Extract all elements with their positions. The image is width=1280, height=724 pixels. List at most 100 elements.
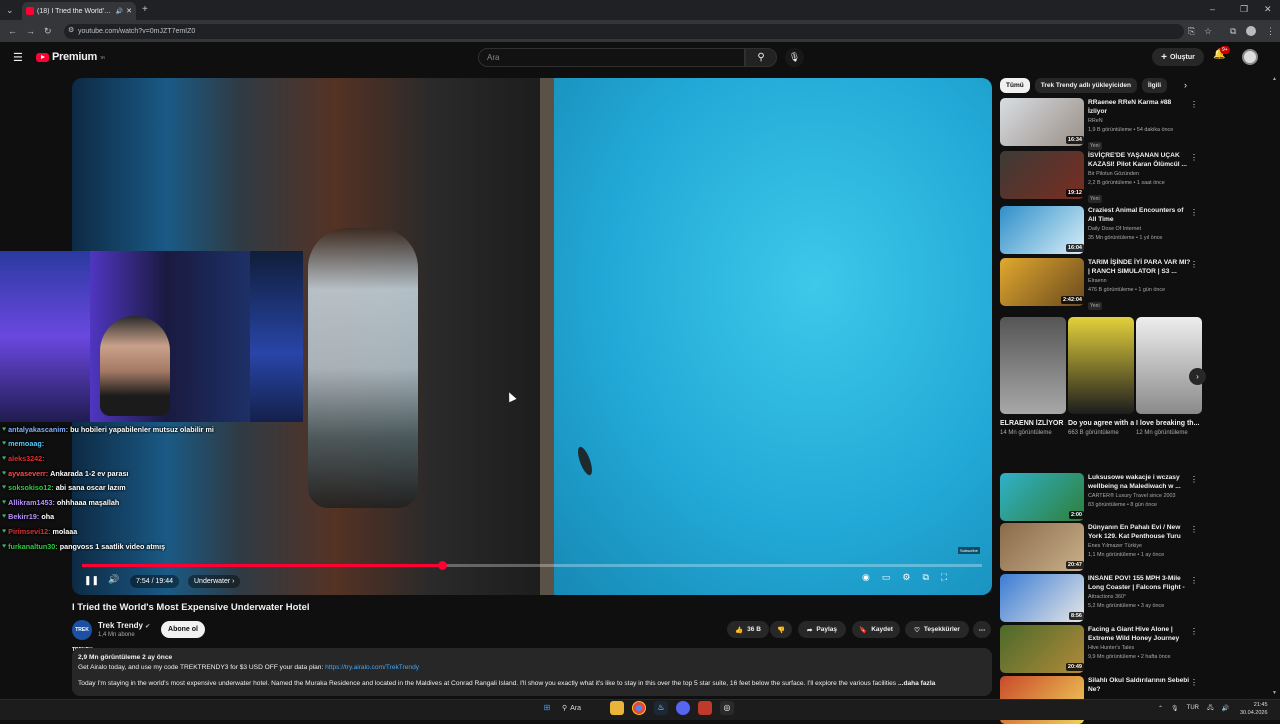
site-info-icon[interactable]: ⚙: [68, 26, 74, 34]
more-vertical-icon[interactable]: ⋮: [1190, 678, 1198, 687]
voice-search-button[interactable]: 🎙: [785, 48, 804, 67]
tray-mic-icon[interactable]: 🎙: [1171, 705, 1179, 712]
related-video-card[interactable]: 19:12 İSVİÇRE'DE YAŞANAN UÇAK KAZASI! Pil…: [1000, 151, 1204, 203]
video-title[interactable]: TARIM İŞİNDE İYİ PARA VAR MI? | RANCH SI…: [1088, 258, 1192, 276]
save-button[interactable]: 🔖 Kaydet: [852, 621, 900, 638]
forward-icon[interactable]: →: [26, 26, 35, 36]
browser-tab[interactable]: (18) I Tried the World's Most 🔊 ✕: [22, 2, 136, 20]
chat-username[interactable]: Bekirr19:: [8, 512, 39, 521]
more-actions-button[interactable]: ⋯: [973, 621, 991, 638]
browser-menu-icon[interactable]: ⋮: [1266, 26, 1275, 37]
channel-name[interactable]: Bir Pilotun Gözünden: [1088, 169, 1192, 179]
video-title[interactable]: Craziest Animal Encounters of All Time: [1088, 206, 1192, 224]
reload-icon[interactable]: ↻: [44, 26, 52, 37]
obs-icon[interactable]: ◎: [720, 701, 734, 715]
progress-scrubber-handle[interactable]: [438, 561, 447, 570]
thanks-button[interactable]: ♡ Teşekkürler: [905, 621, 969, 638]
channel-name[interactable]: Trek Trendy ✔: [98, 621, 150, 630]
chat-username[interactable]: Pirimsevi12:: [8, 527, 50, 536]
taskbar-search[interactable]: ⚲ Ara: [562, 704, 602, 713]
description-link[interactable]: https://try.airalo.com/TrekTrendy: [325, 664, 419, 671]
channel-name[interactable]: Hive Hunter's Tales: [1088, 643, 1192, 653]
more-vertical-icon[interactable]: ⋮: [1190, 153, 1198, 162]
speaker-icon[interactable]: 🔊: [1222, 705, 1229, 712]
video-title[interactable]: Silahlı Okul Saldırılarının Sebebi Ne?: [1088, 676, 1192, 694]
tab-search-icon[interactable]: ⌄: [6, 5, 14, 16]
more-vertical-icon[interactable]: ⋮: [1190, 627, 1198, 636]
back-icon[interactable]: ←: [8, 26, 17, 36]
related-video-card[interactable]: 2:42:04 TARIM İŞİNDE İYİ PARA VAR MI? | R…: [1000, 258, 1204, 310]
show-more-link[interactable]: ...daha fazla: [898, 680, 935, 687]
more-vertical-icon[interactable]: ⋮: [1190, 475, 1198, 484]
chat-username[interactable]: furkanaltun30:: [8, 542, 58, 551]
video-title[interactable]: RRaenee RReN Karma #88 İzliyor: [1088, 98, 1192, 116]
youtube-premium-logo[interactable]: Premium TR: [36, 51, 105, 63]
related-video-card[interactable]: 2:00 Luksusowe wakacje i wczasy wellbeing…: [1000, 473, 1204, 521]
more-vertical-icon[interactable]: ⋮: [1190, 208, 1198, 217]
short-title[interactable]: Do you agree with apEX ...: [1068, 419, 1134, 429]
chat-username[interactable]: antalyakascanim:: [8, 425, 68, 434]
language-indicator[interactable]: TUR: [1187, 705, 1199, 711]
audio-icon[interactable]: 🔊: [116, 8, 123, 15]
channel-name[interactable]: Attractions 360°: [1088, 592, 1192, 602]
minimize-icon[interactable]: –: [1210, 4, 1215, 14]
hamburger-menu-icon[interactable]: ☰: [13, 51, 23, 64]
video-title[interactable]: INSANE POV! 155 MPH 3-Mile Long Coaster …: [1088, 574, 1192, 592]
chat-username[interactable]: Allikram1453:: [8, 498, 55, 507]
more-vertical-icon[interactable]: ⋮: [1190, 100, 1198, 109]
more-vertical-icon[interactable]: ⋮: [1190, 576, 1198, 585]
profile-avatar[interactable]: [1246, 26, 1256, 36]
short-thumbnail[interactable]: [1000, 317, 1066, 414]
channel-name[interactable]: CARTER® Luxury Travel since 2003: [1088, 491, 1192, 501]
chat-username[interactable]: soksokiso12:: [8, 483, 54, 492]
video-title[interactable]: İSVİÇRE'DE YAŞANAN UÇAK KAZASI! Pilot Ka…: [1088, 151, 1192, 169]
chips-next-chevron-icon[interactable]: ›: [1184, 80, 1187, 90]
network-icon[interactable]: 🖧: [1207, 703, 1214, 713]
fullscreen-icon[interactable]: ⛶: [941, 572, 947, 583]
short-thumbnail[interactable]: [1068, 317, 1134, 414]
create-button[interactable]: + Oluştur: [1152, 48, 1204, 66]
search-input[interactable]: Ara: [478, 48, 745, 67]
discord-icon[interactable]: [676, 701, 690, 715]
share-button[interactable]: ➦ Paylaş: [798, 621, 846, 638]
dislike-button[interactable]: 👎: [770, 621, 792, 638]
tab-close-icon[interactable]: ✕: [126, 7, 132, 15]
channel-name[interactable]: Enes Yılmazer Türkiye: [1088, 541, 1192, 551]
search-button[interactable]: ⚲: [745, 48, 777, 67]
url-field[interactable]: youtube.com/watch?v=0mJZT7emIZ0: [64, 24, 1184, 39]
app-icon[interactable]: [698, 701, 712, 715]
maximize-icon[interactable]: ❐: [1240, 4, 1248, 15]
scroll-up-icon[interactable]: ▲: [1272, 76, 1277, 82]
chapter-button[interactable]: Underwater ›: [188, 575, 241, 588]
window-close-icon[interactable]: ✕: [1264, 4, 1272, 15]
extensions-icon[interactable]: ⧉: [1230, 26, 1236, 37]
settings-gear-icon[interactable]: ⚙: [902, 572, 910, 583]
short-thumbnail[interactable]: [1136, 317, 1202, 414]
chat-username[interactable]: memoaag:: [8, 439, 44, 448]
filter-chip[interactable]: Tümü: [1000, 78, 1030, 93]
short-title[interactable]: ELRAENN İZLİYOR ...: [1000, 419, 1066, 429]
channel-avatar[interactable]: TREK TRENDY: [72, 620, 93, 653]
chat-username[interactable]: aleks3242:: [8, 454, 44, 463]
cast-icon[interactable]: ⎘: [1188, 26, 1195, 37]
video-title[interactable]: Facing a Giant Hive Alone | Extreme Wild…: [1088, 625, 1192, 643]
filter-chip[interactable]: Trek Trendy adlı yükleyiciden: [1034, 78, 1138, 93]
tray-chevron-up-icon[interactable]: ⌃: [1158, 705, 1163, 712]
related-video-card[interactable]: 20:47 Dünyanın En Pahalı Evi / New York 1…: [1000, 523, 1204, 571]
related-video-card[interactable]: 8:56 INSANE POV! 155 MPH 3-Mile Long Coas…: [1000, 574, 1204, 622]
channel-name[interactable]: RReN: [1088, 116, 1192, 126]
autoplay-toggle-icon[interactable]: ◉: [862, 572, 870, 583]
subscribe-watermark[interactable]: Subscribe: [958, 547, 980, 554]
scroll-down-icon[interactable]: ▼: [1272, 690, 1277, 696]
description-box[interactable]: 2,9 Mn görüntüleme 2 ay önce Get Airalo …: [72, 648, 992, 696]
filter-chip[interactable]: İlgili: [1142, 78, 1168, 93]
volume-icon[interactable]: 🔊: [108, 574, 119, 585]
channel-name[interactable]: Elraenn: [1088, 276, 1192, 286]
related-video-card[interactable]: 16:34 RRaenee RReN Karma #88 İzliyor RReN 1…: [1000, 98, 1204, 150]
account-avatar[interactable]: [1242, 49, 1258, 65]
steam-icon[interactable]: ♨: [654, 701, 668, 715]
like-button[interactable]: 👍 36 B: [727, 621, 769, 638]
subscribe-button[interactable]: Abone ol: [161, 621, 205, 638]
short-title[interactable]: I love breaking th...: [1136, 419, 1202, 429]
chrome-icon[interactable]: [632, 701, 646, 715]
